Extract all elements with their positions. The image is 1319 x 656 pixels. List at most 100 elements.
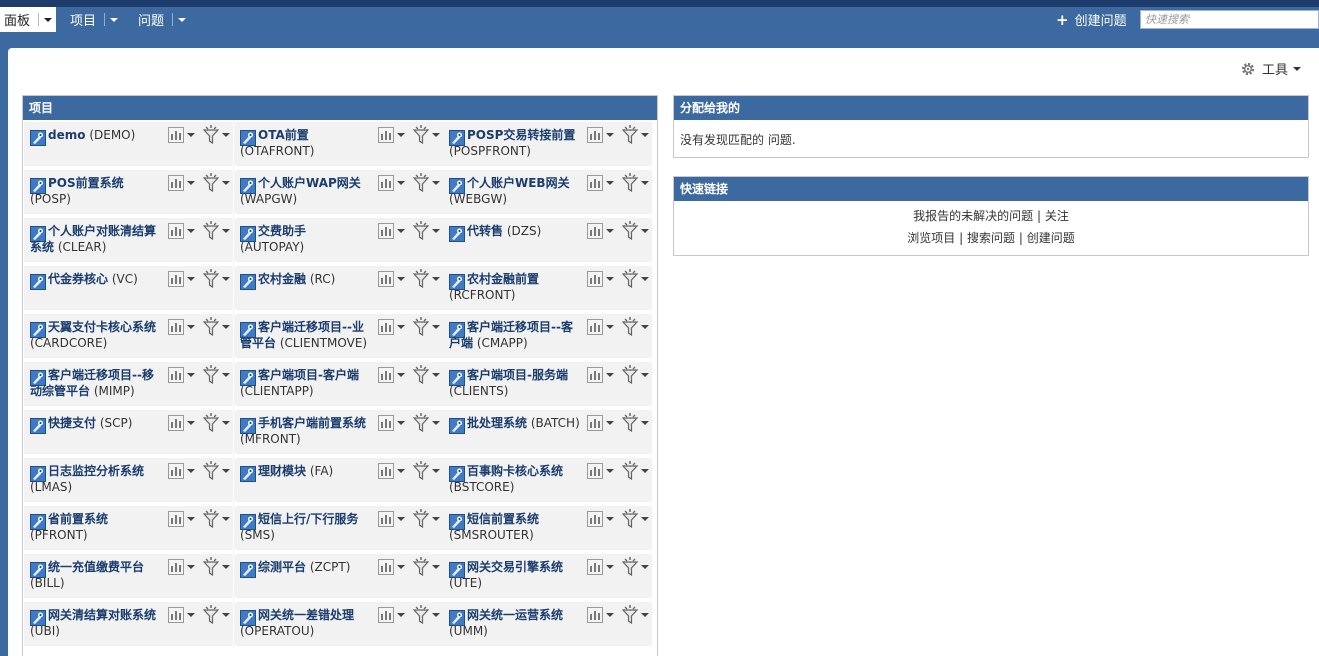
project-reports-menu[interactable] (168, 367, 195, 383)
project-name-link[interactable]: 代金券核心 (48, 272, 108, 286)
project-name-link[interactable]: 代转售 (467, 224, 503, 238)
project-filters-menu[interactable] (622, 557, 649, 577)
chevron-down-icon[interactable] (110, 17, 119, 22)
project-reports-menu[interactable] (587, 559, 614, 575)
create-issue-link[interactable]: 创建问题 (1027, 231, 1075, 245)
project-filters-menu[interactable] (622, 269, 649, 289)
tools-menu[interactable]: 工具 (1240, 59, 1302, 78)
project-reports-menu[interactable] (587, 271, 614, 287)
project-reports-menu[interactable] (168, 559, 195, 575)
project-filters-menu[interactable] (203, 509, 230, 529)
project-reports-menu[interactable] (587, 463, 614, 479)
chevron-down-icon[interactable] (178, 17, 187, 22)
project-filters-menu[interactable] (203, 269, 230, 289)
project-filters-menu[interactable] (203, 173, 230, 193)
project-reports-menu[interactable] (587, 223, 614, 239)
project-filters-menu[interactable] (413, 413, 440, 433)
tab-dashboards[interactable]: 面板 (0, 7, 56, 32)
project-filters-menu[interactable] (203, 413, 230, 433)
project-reports-menu[interactable] (168, 319, 195, 335)
project-name-link[interactable]: 客户端迁移项目--移动综管平台 (30, 368, 154, 398)
project-name-link[interactable]: 综测平台 (258, 560, 306, 574)
project-reports-menu[interactable] (378, 559, 405, 575)
project-filters-menu[interactable] (622, 509, 649, 529)
project-reports-menu[interactable] (168, 175, 195, 191)
project-reports-menu[interactable] (168, 271, 195, 287)
watching-link[interactable]: 关注 (1045, 209, 1069, 223)
reported-unresolved-link[interactable]: 我报告的未解决的问题 (913, 209, 1033, 223)
project-name-link[interactable]: 短信上行/下行服务 (258, 512, 358, 526)
project-reports-menu[interactable] (378, 415, 405, 431)
browse-projects-link[interactable]: 浏览项目 (907, 231, 955, 245)
project-name-link[interactable]: POSP交易转接前置 (467, 128, 575, 142)
project-filters-menu[interactable] (203, 365, 230, 385)
chevron-down-icon[interactable] (44, 17, 53, 22)
project-reports-menu[interactable] (378, 127, 405, 143)
project-reports-menu[interactable] (378, 175, 405, 191)
project-filters-menu[interactable] (203, 461, 230, 481)
create-issue-button[interactable]: + 创建问题 (1056, 7, 1127, 32)
project-filters-menu[interactable] (203, 317, 230, 337)
project-filters-menu[interactable] (413, 125, 440, 145)
project-name-link[interactable]: OTA前置 (258, 128, 309, 142)
project-reports-menu[interactable] (378, 463, 405, 479)
project-reports-menu[interactable] (378, 223, 405, 239)
search-issues-link[interactable]: 搜索问题 (967, 231, 1015, 245)
project-filters-menu[interactable] (413, 317, 440, 337)
project-name-link[interactable]: 天翼支付卡核心系统 (48, 320, 156, 334)
project-filters-menu[interactable] (622, 125, 649, 145)
project-reports-menu[interactable] (587, 127, 614, 143)
project-reports-menu[interactable] (378, 367, 405, 383)
project-name-link[interactable]: 客户端项目-服务端 (467, 368, 568, 382)
project-reports-menu[interactable] (587, 511, 614, 527)
project-name-link[interactable]: 批处理系统 (467, 416, 527, 430)
project-name-link[interactable]: 个人账户WAP网关 (258, 176, 361, 190)
quick-search-input[interactable] (1140, 10, 1319, 29)
project-filters-menu[interactable] (622, 413, 649, 433)
project-name-link[interactable]: 个人账户WEB网关 (467, 176, 570, 190)
project-filters-menu[interactable] (622, 173, 649, 193)
project-reports-menu[interactable] (378, 511, 405, 527)
project-filters-menu[interactable] (413, 173, 440, 193)
project-name-link[interactable]: 统一充值缴费平台 (48, 560, 144, 574)
project-filters-menu[interactable] (622, 221, 649, 241)
project-reports-menu[interactable] (587, 367, 614, 383)
project-name-link[interactable]: 省前置系统 (48, 512, 108, 526)
project-filters-menu[interactable] (622, 461, 649, 481)
project-reports-menu[interactable] (378, 271, 405, 287)
project-name-link[interactable]: 客户端项目-客户端 (258, 368, 359, 382)
project-reports-menu[interactable] (168, 127, 195, 143)
project-name-link[interactable]: 手机客户端前置系统 (258, 416, 366, 430)
project-filters-menu[interactable] (203, 605, 230, 625)
project-reports-menu[interactable] (168, 511, 195, 527)
project-name-link[interactable]: 日志监控分析系统 (48, 464, 144, 478)
project-name-link[interactable]: 网关统一运营系统 (467, 608, 563, 622)
project-name-link[interactable]: 短信前置系统 (467, 512, 539, 526)
project-filters-menu[interactable] (203, 557, 230, 577)
project-filters-menu[interactable] (413, 557, 440, 577)
project-name-link[interactable]: POS前置系统 (48, 176, 124, 190)
project-filters-menu[interactable] (203, 125, 230, 145)
project-reports-menu[interactable] (168, 607, 195, 623)
project-name-link[interactable]: demo (48, 128, 85, 142)
project-reports-menu[interactable] (587, 607, 614, 623)
project-filters-menu[interactable] (413, 269, 440, 289)
project-name-link[interactable]: 农村金融 (258, 272, 306, 286)
project-filters-menu[interactable] (622, 365, 649, 385)
project-reports-menu[interactable] (587, 415, 614, 431)
project-name-link[interactable]: 快捷支付 (48, 416, 96, 430)
project-reports-menu[interactable] (587, 175, 614, 191)
project-filters-menu[interactable] (413, 509, 440, 529)
project-filters-menu[interactable] (413, 365, 440, 385)
project-reports-menu[interactable] (378, 607, 405, 623)
project-name-link[interactable]: 网关交易引擎系统 (467, 560, 563, 574)
tab-issues[interactable]: 问题 (134, 7, 187, 32)
project-reports-menu[interactable] (378, 319, 405, 335)
project-filters-menu[interactable] (622, 605, 649, 625)
tab-projects[interactable]: 项目 (66, 7, 119, 32)
project-name-link[interactable]: 百事购卡核心系统 (467, 464, 563, 478)
project-name-link[interactable]: 网关清结算对账系统 (48, 608, 156, 622)
project-filters-menu[interactable] (413, 605, 440, 625)
project-filters-menu[interactable] (622, 317, 649, 337)
project-reports-menu[interactable] (168, 415, 195, 431)
